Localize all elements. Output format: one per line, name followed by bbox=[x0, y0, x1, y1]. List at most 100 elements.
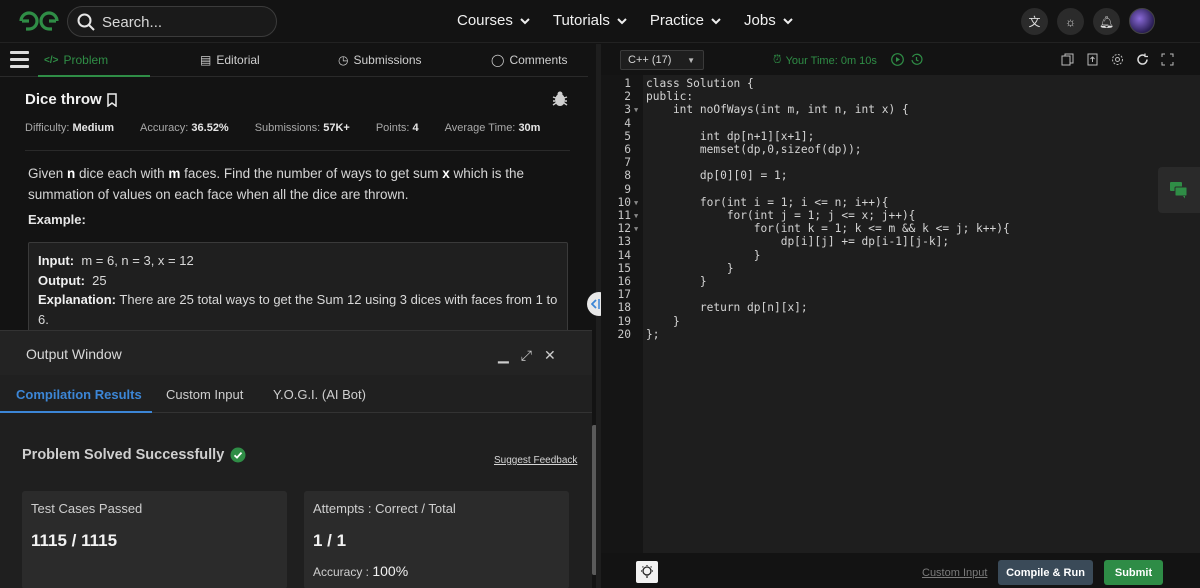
chevron-down-icon bbox=[520, 17, 530, 24]
code-editor[interactable]: 1 class Solution {2 public: 3 ▼ int noOfWays… bbox=[601, 75, 1200, 554]
chevron-down-icon bbox=[617, 17, 627, 24]
line-number: 17 bbox=[617, 288, 631, 302]
line-number: 1 bbox=[624, 77, 631, 90]
tab-comments[interactable]: ◯ Comments bbox=[491, 53, 567, 67]
chat-button[interactable] bbox=[1158, 167, 1200, 213]
tab-compilation-results[interactable]: Compilation Results bbox=[16, 387, 142, 402]
check-circle-icon bbox=[230, 447, 246, 463]
nav-courses[interactable]: Courses bbox=[457, 12, 531, 29]
theme-toggle-icon[interactable]: ☼ bbox=[1057, 8, 1084, 35]
active-tab-indicator bbox=[38, 75, 150, 77]
bug-report-icon[interactable] bbox=[551, 90, 569, 108]
attempts-value: 1 / 1 bbox=[313, 531, 347, 550]
custom-input-link[interactable]: Custom Input bbox=[922, 567, 987, 579]
fullscreen-icon[interactable] bbox=[1161, 53, 1174, 66]
fold-arrow-icon[interactable]: ▼ bbox=[634, 223, 642, 236]
example-input: Input: m = 6, n = 3, x = 12 bbox=[38, 253, 194, 268]
line-number: 16 bbox=[617, 275, 631, 288]
nav-tutorials-label: Tutorials bbox=[552, 12, 610, 29]
upload-file-icon[interactable] bbox=[1086, 53, 1099, 66]
accuracy: Accuracy: 36.52% bbox=[140, 122, 229, 134]
translate-icon[interactable]: 文 bbox=[1021, 8, 1048, 35]
code-line: dp[i][j] += dp[i-1][j-k]; bbox=[646, 235, 950, 249]
copy-icon[interactable] bbox=[1061, 53, 1074, 66]
output-tabs: Compilation Results Custom Input Y.O.G.I… bbox=[0, 375, 592, 414]
reset-timer-icon[interactable] bbox=[910, 53, 923, 66]
problem-title: Dice throw bbox=[25, 91, 102, 108]
suggest-feedback-link[interactable]: Suggest Feedback bbox=[494, 455, 577, 466]
line-number: 11 bbox=[617, 209, 631, 222]
line-number: 12 bbox=[617, 222, 631, 236]
timer-text: Your Time: 0m 10s bbox=[785, 54, 877, 67]
example-box: Input: m = 6, n = 3, x = 12 Output: 25 E… bbox=[28, 242, 568, 338]
refresh-icon[interactable] bbox=[1136, 53, 1149, 66]
line-number: 6 bbox=[624, 143, 631, 156]
tab-yogi-ai-bot[interactable]: Y.O.G.I. (AI Bot) bbox=[273, 387, 366, 402]
code-line: } bbox=[646, 314, 680, 328]
nav-tutorials[interactable]: Tutorials bbox=[553, 12, 628, 29]
gfg-logo[interactable] bbox=[16, 8, 62, 34]
code-line: } bbox=[646, 248, 761, 262]
output-window: Output Window ▁ ⤢ ✕ Compilation Results … bbox=[0, 330, 592, 588]
divider bbox=[25, 150, 570, 151]
fold-arrow-icon[interactable]: ▼ bbox=[634, 197, 642, 210]
minimize-icon[interactable]: ▁ bbox=[498, 347, 509, 364]
submit-button[interactable]: Submit bbox=[1104, 560, 1163, 585]
language-select-value: C++ (17) bbox=[628, 54, 672, 66]
code-line: int dp[n+1][x+1]; bbox=[646, 129, 815, 143]
code-line: }; bbox=[646, 327, 660, 341]
tab-problem[interactable]: </> Problem bbox=[44, 53, 108, 67]
user-avatar[interactable] bbox=[1129, 8, 1155, 34]
timer: ⏰︎ Your Time: 0m 10s bbox=[773, 54, 877, 67]
nav-jobs[interactable]: Jobs bbox=[744, 12, 794, 29]
status-message: Problem Solved Successfully bbox=[22, 447, 246, 463]
tab-editorial-label: Editorial bbox=[216, 53, 260, 67]
fold-arrow-icon[interactable]: ▼ bbox=[634, 210, 642, 223]
tab-submissions[interactable]: ◷ Submissions bbox=[338, 53, 422, 67]
alarm-clock-icon: ⏰︎ bbox=[773, 54, 782, 66]
compile-run-button[interactable]: Compile & Run bbox=[998, 560, 1093, 585]
tab-editorial[interactable]: ▤ Editorial bbox=[200, 53, 260, 67]
status-text: Problem Solved Successfully bbox=[22, 447, 225, 463]
example-explanation: Explanation: There are 25 total ways to … bbox=[38, 292, 558, 327]
line-number: 14 bbox=[617, 248, 631, 262]
search-bar[interactable]: Search... bbox=[67, 6, 277, 37]
chat-icon bbox=[1170, 182, 1188, 199]
line-number: 20 bbox=[617, 327, 631, 341]
code-line: } bbox=[646, 261, 734, 275]
line-number: 3 bbox=[624, 103, 631, 117]
tab-problem-label: Problem bbox=[63, 53, 109, 67]
bookmark-icon[interactable] bbox=[106, 92, 118, 107]
line-number: 19 bbox=[617, 314, 631, 328]
top-nav: Search... Courses Tutorials Practice Job… bbox=[0, 0, 1200, 43]
expand-icon[interactable]: ⤢ bbox=[521, 347, 532, 364]
tab-submissions-label: Submissions bbox=[353, 53, 422, 67]
menu-icon[interactable] bbox=[10, 51, 29, 68]
code-icon: </> bbox=[44, 54, 59, 66]
document-icon: ▤ bbox=[200, 53, 212, 67]
hint-bulb-icon[interactable] bbox=[636, 561, 658, 583]
compilation-results: Problem Solved Successfully Suggest Feed… bbox=[0, 413, 592, 588]
settings-gear-icon[interactable] bbox=[1111, 53, 1124, 66]
line-number: 18 bbox=[617, 301, 631, 315]
close-icon[interactable]: ✕ bbox=[544, 347, 556, 364]
code-line: } bbox=[646, 275, 707, 288]
play-icon[interactable] bbox=[891, 53, 904, 66]
nav-practice[interactable]: Practice bbox=[650, 12, 722, 29]
fold-arrow-icon[interactable]: ▼ bbox=[634, 104, 642, 117]
nav-jobs-label: Jobs bbox=[744, 12, 776, 29]
problem-description: Given n dice each with m faces. Find the… bbox=[28, 166, 525, 202]
line-number: 9 bbox=[624, 182, 631, 196]
output-window-header: Output Window ▁ ⤢ ✕ bbox=[0, 331, 592, 375]
language-select[interactable]: C++ (17) ▼ bbox=[620, 50, 704, 70]
line-number: 5 bbox=[624, 129, 631, 143]
tab-custom-input[interactable]: Custom Input bbox=[166, 387, 243, 402]
main-menu: Courses Tutorials Practice Jobs bbox=[457, 12, 794, 29]
test-cases-title: Test Cases Passed bbox=[31, 501, 143, 516]
line-number: 13 bbox=[617, 235, 631, 249]
test-cases-card: Test Cases Passed 1115 / 1115 bbox=[22, 491, 287, 588]
notification-bell-icon[interactable]: 🔔︎ bbox=[1093, 8, 1120, 35]
editor-bottom-bar: Custom Input Compile & Run Submit bbox=[601, 553, 1200, 588]
dropdown-arrow-icon: ▼ bbox=[687, 56, 695, 65]
points: Points: 4 bbox=[375, 122, 419, 134]
